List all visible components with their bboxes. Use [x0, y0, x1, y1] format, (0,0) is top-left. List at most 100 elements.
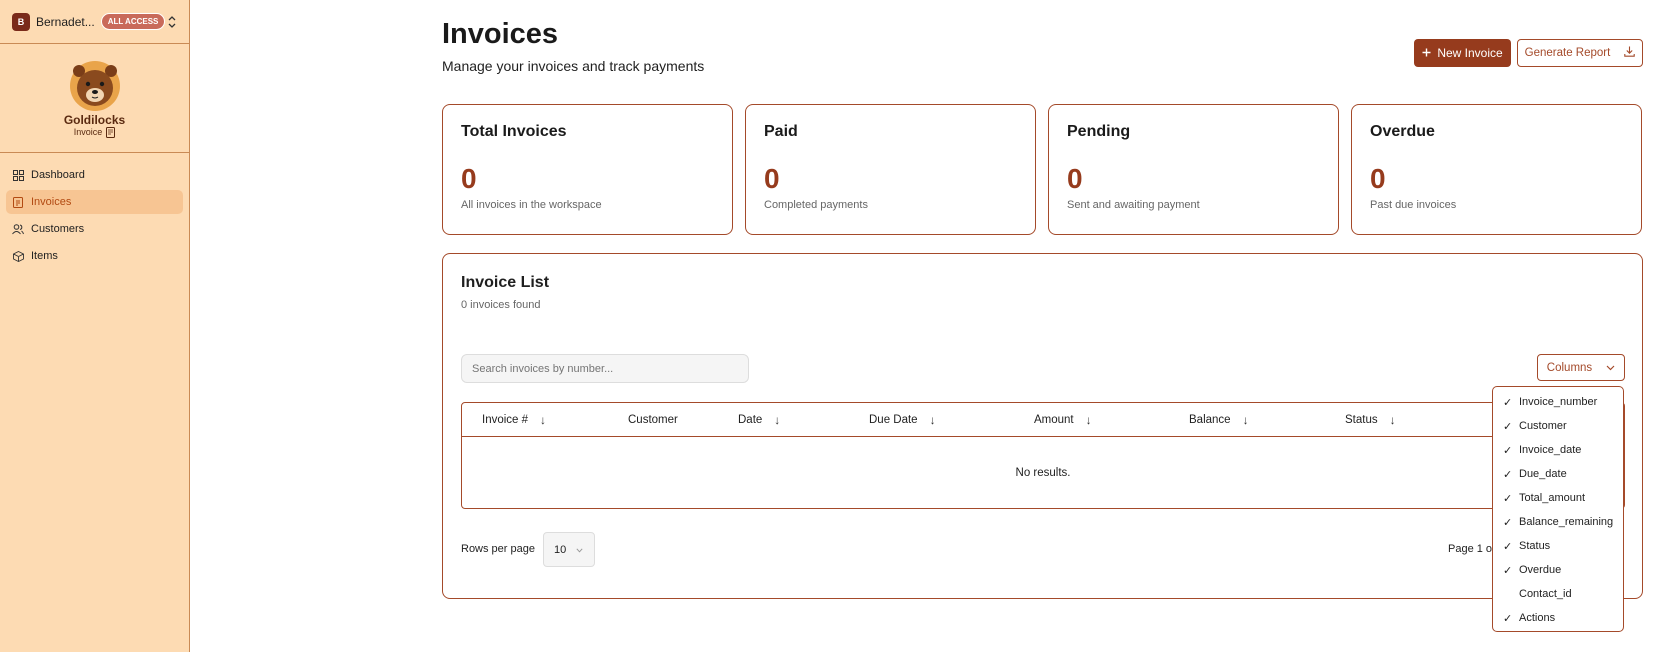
brand-logo[interactable]: Goldilocks Invoice: [0, 44, 189, 153]
column-toggle-label: Customer: [1519, 420, 1567, 432]
invoice-icon: [12, 196, 24, 208]
sidebar-item-label: Customers: [31, 223, 85, 235]
column-header-label: Status: [1345, 414, 1378, 426]
stat-description: Sent and awaiting payment: [1067, 199, 1200, 211]
check-icon: ✓: [1503, 492, 1513, 505]
column-header-label: Customer: [628, 414, 678, 426]
stat-value: 0: [764, 163, 780, 194]
stat-card-total: Total Invoices 0 All invoices in the wor…: [442, 104, 733, 235]
brand-subtitle-text: Invoice: [73, 127, 103, 137]
stat-value: 0: [1067, 163, 1083, 194]
access-badge: ALL ACCESS: [100, 13, 166, 30]
chevron-down-icon: [576, 544, 583, 556]
column-header-label: Invoice #: [482, 414, 529, 426]
column-toggle-status[interactable]: ✓ Status: [1497, 534, 1619, 558]
new-invoice-label: New Invoice: [1437, 46, 1503, 60]
column-header-label: Date: [738, 414, 763, 426]
download-icon: [1624, 46, 1636, 60]
stats-cards: Total Invoices 0 All invoices in the wor…: [442, 104, 1643, 235]
column-header-status[interactable]: Status ↓: [1345, 403, 1396, 437]
sidebar-item-customers[interactable]: Customers: [6, 217, 183, 241]
box-icon: [12, 250, 24, 262]
workspace-avatar: B: [12, 12, 30, 31]
column-toggle-invoice-date[interactable]: ✓ Invoice_date: [1497, 438, 1619, 462]
page-subtitle: Manage your invoices and track payments: [442, 58, 705, 74]
column-toggle-label: Balance_remaining: [1519, 516, 1614, 528]
column-toggle-overdue[interactable]: ✓ Overdue: [1497, 558, 1619, 582]
columns-menu: ✓ Invoice_number ✓ Customer ✓ Invoice_date …: [1492, 386, 1624, 632]
stat-description: Past due invoices: [1370, 199, 1457, 211]
column-toggle-label: Total_amount: [1519, 492, 1586, 504]
stat-card-overdue: Overdue 0 Past due invoices: [1351, 104, 1642, 235]
brand-subtitle: Invoice: [73, 126, 116, 138]
generate-report-button[interactable]: Generate Report: [1517, 39, 1643, 67]
sidebar-item-dashboard[interactable]: Dashboard: [6, 163, 183, 187]
column-header-invoice-number[interactable]: Invoice # ↓: [482, 403, 546, 437]
check-icon: ✓: [1503, 540, 1513, 553]
sort-arrow-icon: ↓: [774, 413, 781, 427]
sort-arrow-icon: ↓: [1242, 413, 1249, 427]
column-toggle-label: Overdue: [1519, 564, 1562, 576]
sidebar-nav: Dashboard Invoices Customers Items: [0, 153, 189, 281]
column-header-label: Due Date: [869, 414, 918, 426]
table-header: Invoice # ↓ Customer Date ↓ Due Date ↓ A…: [462, 403, 1624, 437]
column-header-customer: Customer: [628, 403, 678, 437]
plus-icon: [1422, 46, 1431, 60]
brand-name: Goldilocks: [63, 112, 126, 127]
sidebar: B Bernadet... ALL ACCESS Goldilocks Invo…: [0, 0, 190, 652]
chevron-down-icon: [1606, 362, 1615, 374]
column-toggle-customer[interactable]: ✓ Customer: [1497, 414, 1619, 438]
column-header-date[interactable]: Date ↓: [738, 403, 780, 437]
column-toggle-total-amount[interactable]: ✓ Total_amount: [1497, 486, 1619, 510]
stat-description: All invoices in the workspace: [461, 199, 602, 211]
check-icon: ✓: [1503, 564, 1513, 577]
stat-value: 0: [1370, 163, 1386, 194]
invoice-list-title: Invoice List: [461, 274, 550, 291]
check-icon: ✓: [1503, 444, 1513, 457]
column-toggle-label: Due_date: [1519, 468, 1567, 480]
column-toggle-label: Status: [1519, 540, 1551, 552]
sidebar-item-label: Dashboard: [31, 169, 85, 181]
column-toggle-due-date[interactable]: ✓ Due_date: [1497, 462, 1619, 486]
columns-button[interactable]: Columns: [1537, 354, 1625, 381]
column-toggle-label: Contact_id: [1519, 588, 1572, 600]
column-toggle-invoice-number[interactable]: ✓ Invoice_number: [1497, 390, 1619, 414]
check-icon: ✓: [1503, 516, 1513, 529]
check-icon: ✓: [1503, 468, 1513, 481]
stat-value: 0: [461, 163, 477, 194]
invoice-list-panel: Invoice List 0 invoices found Columns In…: [442, 253, 1643, 599]
stat-title: Paid: [764, 123, 798, 140]
column-toggle-balance-remaining[interactable]: ✓ Balance_remaining: [1497, 510, 1619, 534]
stat-card-paid: Paid 0 Completed payments: [745, 104, 1036, 235]
page-info: Page 1 of: [1448, 543, 1496, 555]
columns-button-label: Columns: [1546, 361, 1593, 374]
workspace-name: Bernadet...: [36, 14, 95, 29]
column-toggle-contact-id[interactable]: Contact_id: [1497, 582, 1619, 606]
sidebar-item-invoices[interactable]: Invoices: [6, 190, 183, 214]
check-icon: ✓: [1503, 420, 1513, 433]
stat-title: Overdue: [1370, 123, 1435, 140]
sort-arrow-icon: ↓: [1389, 413, 1396, 427]
column-toggle-actions[interactable]: ✓ Actions: [1497, 606, 1619, 630]
sidebar-item-label: Items: [31, 250, 58, 262]
column-header-label: Balance: [1189, 414, 1231, 426]
column-header-amount[interactable]: Amount ↓: [1034, 403, 1092, 437]
bear-logo-icon: [69, 60, 120, 111]
workspace-switcher[interactable]: B Bernadet... ALL ACCESS: [0, 0, 189, 44]
users-icon: [12, 223, 24, 235]
rows-per-page-select[interactable]: 10: [543, 532, 595, 567]
new-invoice-button[interactable]: New Invoice: [1414, 39, 1511, 67]
sort-arrow-icon: ↓: [1085, 413, 1092, 427]
stat-title: Total Invoices: [461, 123, 567, 140]
chevron-up-down-icon[interactable]: [167, 15, 177, 28]
empty-state: No results.: [1015, 466, 1071, 479]
sort-arrow-icon: ↓: [540, 413, 547, 427]
sidebar-item-items[interactable]: Items: [6, 244, 183, 268]
sort-arrow-icon: ↓: [929, 413, 936, 427]
page-title: Invoices: [442, 18, 559, 50]
column-header-balance[interactable]: Balance ↓: [1189, 403, 1249, 437]
search-input[interactable]: [461, 354, 749, 383]
dashboard-icon: [12, 169, 24, 181]
column-toggle-label: Invoice_number: [1519, 396, 1598, 408]
column-header-due-date[interactable]: Due Date ↓: [869, 403, 936, 437]
